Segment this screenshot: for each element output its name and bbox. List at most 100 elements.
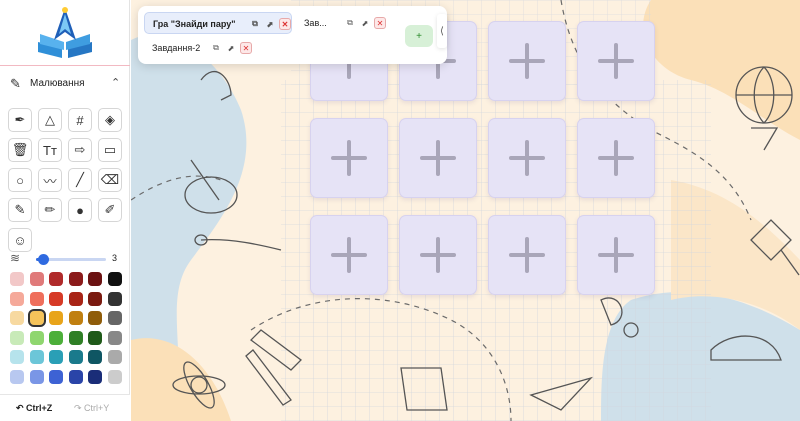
undo-label: Ctrl+Z bbox=[26, 403, 53, 413]
color-swatch[interactable] bbox=[49, 350, 63, 364]
rectangle-tool-icon: ▭ bbox=[103, 142, 117, 157]
arrow-tool-button[interactable]: ⇨ bbox=[68, 138, 92, 162]
tab-label: Завдання-2 bbox=[152, 43, 201, 53]
memory-card[interactable] bbox=[399, 118, 477, 198]
color-swatch[interactable] bbox=[10, 369, 24, 384]
pen-tool-button[interactable]: ✒ bbox=[8, 108, 32, 132]
eraser-tool-button[interactable]: ⌫ bbox=[98, 168, 122, 192]
add-tab-button[interactable]: + bbox=[405, 25, 433, 47]
crayon-tool-button[interactable]: ✏ bbox=[38, 198, 62, 222]
line-tool-icon: ╱ bbox=[76, 172, 84, 187]
close-icon[interactable]: ✕ bbox=[374, 17, 386, 29]
memory-card[interactable] bbox=[488, 215, 566, 295]
memory-card[interactable] bbox=[577, 215, 655, 295]
open-icon[interactable]: ⬈ bbox=[359, 17, 371, 29]
color-swatch[interactable] bbox=[10, 350, 24, 364]
polyline-tool-button[interactable]: 〰 bbox=[38, 168, 62, 192]
undo-redo-bar: ↶ Ctrl+Z ↷ Ctrl+Y bbox=[0, 394, 130, 421]
line-tool-button[interactable]: ╱ bbox=[68, 168, 92, 192]
memory-card[interactable] bbox=[577, 21, 655, 101]
memory-card[interactable] bbox=[310, 215, 388, 295]
color-swatch[interactable] bbox=[29, 350, 44, 364]
color-swatch[interactable] bbox=[88, 291, 102, 306]
grid-tool-icon: # bbox=[76, 112, 84, 128]
color-swatch[interactable] bbox=[107, 291, 122, 306]
stroke-width-control: ≋ 3 bbox=[8, 251, 124, 266]
color-swatch[interactable] bbox=[88, 272, 102, 286]
color-swatch[interactable] bbox=[49, 311, 63, 325]
color-swatch[interactable] bbox=[29, 369, 44, 384]
color-swatch[interactable] bbox=[10, 291, 24, 306]
color-swatch[interactable] bbox=[107, 311, 122, 325]
close-icon[interactable]: ✕ bbox=[240, 42, 252, 54]
undo-button[interactable]: ↶ Ctrl+Z bbox=[16, 403, 52, 414]
color-swatch[interactable] bbox=[68, 369, 83, 384]
color-swatch[interactable] bbox=[10, 311, 24, 325]
plus-icon bbox=[420, 140, 456, 176]
color-swatch[interactable] bbox=[68, 272, 83, 286]
duplicate-icon[interactable]: ⧉ bbox=[210, 42, 222, 54]
plus-icon bbox=[420, 237, 456, 273]
color-swatch[interactable] bbox=[68, 311, 83, 325]
color-swatch[interactable] bbox=[27, 309, 46, 327]
memory-card[interactable] bbox=[399, 215, 477, 295]
color-swatch[interactable] bbox=[29, 291, 44, 306]
duplicate-icon[interactable]: ⧉ bbox=[249, 18, 261, 30]
memory-card[interactable] bbox=[488, 21, 566, 101]
color-swatch[interactable] bbox=[49, 272, 63, 286]
crayon-tool-icon: ✏ bbox=[44, 202, 56, 217]
color-swatch[interactable] bbox=[107, 330, 122, 345]
pencil-tool-icon: ✎ bbox=[14, 202, 26, 217]
color-wheel-button[interactable]: ● bbox=[68, 198, 92, 222]
color-swatch[interactable] bbox=[68, 330, 83, 345]
color-swatch[interactable] bbox=[88, 311, 102, 325]
memory-card[interactable] bbox=[488, 118, 566, 198]
layers-tool-button[interactable]: ◈ bbox=[98, 108, 122, 132]
highlighter-tool-button[interactable]: ✐ bbox=[98, 198, 122, 222]
color-swatch[interactable] bbox=[49, 330, 63, 345]
chevron-up-icon[interactable]: ⌃ bbox=[111, 76, 120, 89]
color-swatch[interactable] bbox=[88, 330, 102, 345]
pencil-tool-button[interactable]: ✎ bbox=[8, 198, 32, 222]
tab-find-pair-game[interactable]: Гра "Знайди пару" ⧉ ⬈ ✕ bbox=[144, 12, 292, 34]
close-icon[interactable]: ✕ bbox=[279, 18, 291, 30]
memory-card[interactable] bbox=[577, 118, 655, 198]
stroke-width-value: 3 bbox=[112, 253, 118, 263]
color-swatch[interactable] bbox=[88, 350, 102, 364]
drawing-section-header[interactable]: ✎ Малювання ⌃ bbox=[0, 70, 130, 98]
color-wheel-icon: ● bbox=[76, 202, 84, 218]
color-swatch[interactable] bbox=[68, 350, 83, 364]
collapse-panel-button[interactable]: ⟨ bbox=[437, 14, 447, 48]
arrow-tool-icon: ⇨ bbox=[74, 142, 86, 157]
trash-button[interactable]: 🗑 bbox=[8, 138, 32, 162]
rectangle-tool-button[interactable]: ▭ bbox=[98, 138, 122, 162]
open-icon[interactable]: ⬈ bbox=[225, 42, 237, 54]
plus-icon bbox=[598, 237, 634, 273]
color-swatch[interactable] bbox=[29, 330, 44, 345]
memory-card[interactable] bbox=[310, 118, 388, 198]
color-swatch[interactable] bbox=[107, 369, 122, 384]
color-swatch[interactable] bbox=[49, 369, 63, 384]
redo-label: Ctrl+Y bbox=[84, 403, 110, 413]
grid-tool-button[interactable]: # bbox=[68, 108, 92, 132]
color-swatch[interactable] bbox=[29, 272, 44, 286]
stroke-width-slider-handle[interactable] bbox=[38, 254, 49, 265]
text-tool-icon: Tт bbox=[43, 142, 57, 158]
circle-tool-button[interactable]: ○ bbox=[8, 168, 32, 192]
color-swatch[interactable] bbox=[10, 330, 24, 345]
tab-task-1[interactable]: Зав... ⧉ ⬈ ✕ bbox=[296, 12, 394, 34]
redo-button[interactable]: ↷ Ctrl+Y bbox=[74, 403, 109, 414]
color-swatch[interactable] bbox=[107, 350, 122, 364]
triangle-tool-button[interactable]: △ bbox=[38, 108, 62, 132]
open-icon[interactable]: ⬈ bbox=[264, 18, 276, 30]
tab-task-2[interactable]: Завдання-2 ⧉ ⬈ ✕ bbox=[144, 37, 262, 59]
color-swatch[interactable] bbox=[49, 291, 63, 306]
color-swatch[interactable] bbox=[68, 291, 83, 306]
color-swatch[interactable] bbox=[88, 369, 102, 384]
color-swatch[interactable] bbox=[107, 272, 122, 286]
text-tool-button[interactable]: Tт bbox=[38, 138, 62, 162]
color-swatch[interactable] bbox=[10, 272, 24, 286]
stickers-tool-button[interactable]: ☺ bbox=[8, 228, 32, 252]
duplicate-icon[interactable]: ⧉ bbox=[344, 17, 356, 29]
triangle-tool-icon: △ bbox=[45, 112, 55, 127]
